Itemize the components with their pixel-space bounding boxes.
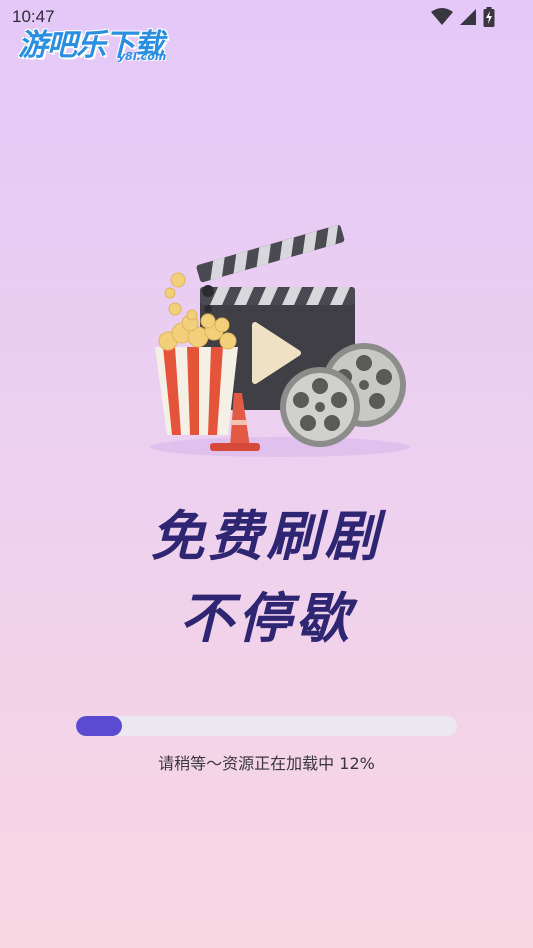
loading-status-text: 请稍等～资源正在加载中 12% xyxy=(158,754,375,773)
watermark-domain: y8l.com xyxy=(118,50,167,63)
watermark-logo: 游吧乐下载 y8l.com xyxy=(18,20,188,70)
cellular-signal-icon xyxy=(460,9,476,25)
status-icons xyxy=(431,7,495,27)
movie-illustration-icon xyxy=(150,224,410,457)
loading-progress-bar xyxy=(76,716,457,736)
hero-illustration xyxy=(130,224,420,465)
battery-charging-icon xyxy=(483,7,495,27)
film-reel-icon xyxy=(280,367,360,447)
loading-progress-fill xyxy=(76,716,122,736)
wifi-icon xyxy=(431,8,453,25)
slogan-line-2: 不停歇 xyxy=(179,587,354,650)
slogan-line-1: 免费刷剧 xyxy=(150,505,383,568)
